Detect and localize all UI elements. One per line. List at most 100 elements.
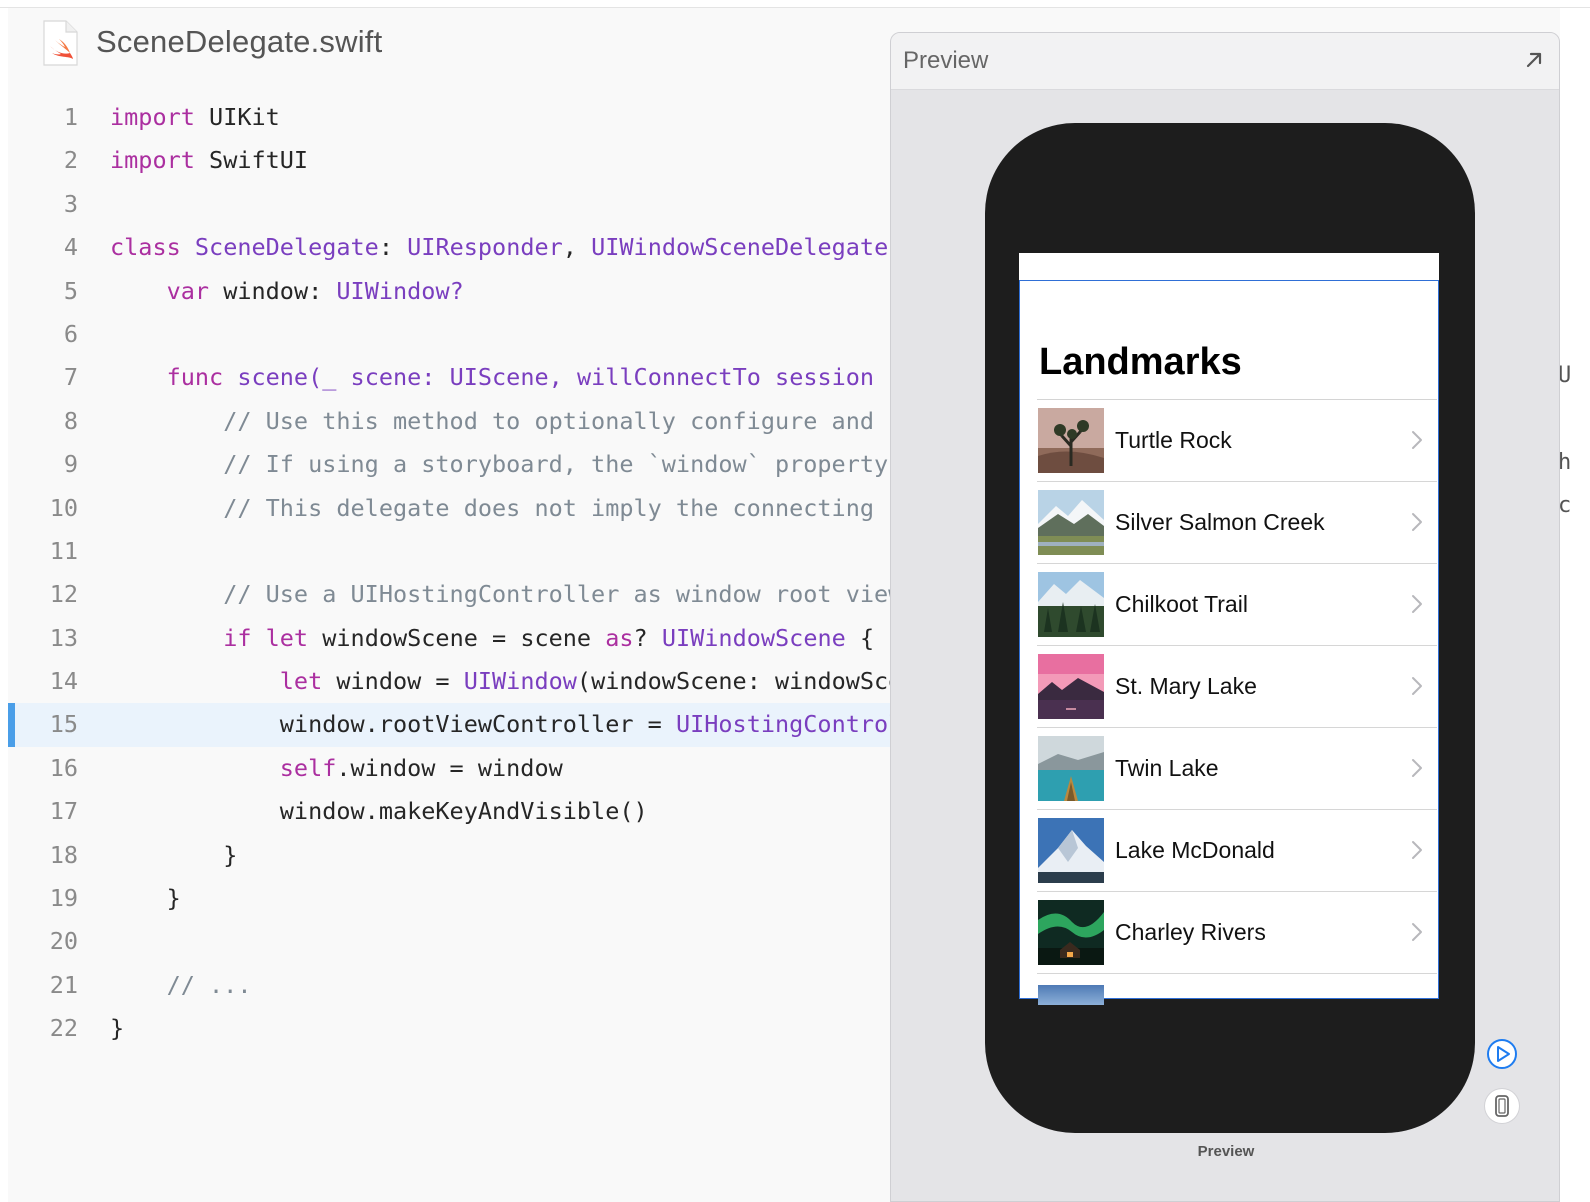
line-number: 20 [49,927,78,956]
landmark-thumbnail [1038,572,1104,637]
chevron-right-icon [1412,677,1422,695]
preview-title: Preview [903,47,989,74]
landmark-row[interactable]: Chilkoot Trail [1037,564,1437,646]
code-token: scene: [350,363,436,392]
line-number: 19 [49,884,78,913]
line-number: 1 [63,103,78,131]
line-number: 17 [49,797,78,826]
code-token: window.makeKeyAndVisible() [279,797,648,826]
code-token: UIScene [449,363,549,392]
code-token: window: [223,276,323,305]
code-token: // ... [166,970,252,999]
code-token: class [110,233,181,262]
landmark-thumbnail [1038,736,1104,801]
line-number: 5 [63,276,78,305]
chevron-right-icon [1412,759,1422,777]
line-number: 6 [63,319,78,348]
landmark-name: Turtle Rock [1115,427,1232,453]
code-token: .window = window [336,753,563,782]
code-text: } [110,877,181,920]
code-token: import [110,103,195,131]
code-text: } [110,834,237,877]
landmark-list[interactable]: Turtle Rock Silver Salmon Creek Chilkoot T… [1037,399,1437,974]
line-number: 4 [63,233,78,262]
landmark-row[interactable]: Turtle Rock [1037,400,1437,482]
code-token: let [265,623,309,652]
code-token: // This delegate does not imply the conn… [223,493,875,522]
window-top-border [0,0,1590,8]
code-text: // This delegate does not imply the conn… [110,487,874,530]
landmark-row[interactable]: Lake McDonald [1037,810,1437,892]
landmark-name: Silver Salmon Creek [1115,509,1325,535]
code-token: var [166,276,210,305]
preview-caption: Preview [1197,1143,1255,1160]
line-number: 16 [49,753,78,782]
code-token: : [378,233,393,262]
landmark-thumbnail [1038,818,1104,883]
chevron-right-icon [1412,513,1422,531]
code-text: // If using a storyboard, the `window` p… [110,443,888,486]
line-number: 2 [63,146,78,175]
landmark-name: Chilkoot Trail [1115,591,1248,617]
landmark-row[interactable]: Twin Lake [1037,728,1437,810]
navigation-title: Landmarks [1039,341,1242,383]
landmark-name: Twin Lake [1115,755,1219,781]
code-token: UIWindowScene [661,623,846,652]
code-token: { [859,623,875,652]
code-token: UIKit [209,103,280,131]
line-number: 3 [63,189,78,218]
preview-header: Preview [891,33,1559,90]
code-token: self [279,753,337,782]
code-token: window = [336,667,450,696]
chevron-right-icon [1412,923,1422,941]
code-text: self.window = window [110,747,563,790]
code-token: } [223,840,238,869]
line-number: 12 [49,580,78,609]
line-number: 21 [49,970,78,999]
landmark-row[interactable]: Charley Rivers [1037,892,1437,974]
code-token: } [110,1014,125,1043]
device-frame: Landmarks Turtle Rock Silver Salmon Creek… [985,123,1475,1133]
line-number: 14 [49,667,78,696]
line-number: 15 [49,710,78,739]
code-text: } [110,1007,124,1050]
partial-list-thumbnail [1038,985,1104,1005]
code-token: UIWindow [463,667,577,696]
code-token: let [279,667,323,696]
code-text: if let windowScene = scene as? UIWindowS… [110,617,874,660]
landmark-row[interactable]: St. Mary Lake [1037,646,1437,728]
code-text: import SwiftUI [110,139,308,182]
line-number: 10 [49,493,78,522]
code-token: import [110,146,195,175]
code-token: // Use a UIHostingController as window r… [223,580,903,609]
code-token: if [223,623,252,652]
landmark-name: Lake McDonald [1115,837,1275,863]
device-screen: Landmarks Turtle Rock Silver Salmon Creek… [1019,253,1439,999]
live-preview-play-icon[interactable] [1485,1037,1519,1071]
swift-file-icon [43,20,78,66]
code-text: import UIKit [110,96,280,139]
line-number: 11 [49,536,78,565]
line-number: 18 [49,840,78,869]
code-text: class SceneDelegate: UIResponder, UIWind… [110,226,888,269]
code-text: // Use a UIHostingController as window r… [110,573,902,616]
code-token: } [166,884,181,913]
code-token: UIWindowSceneDelegate [591,233,889,262]
code-token: func [166,363,224,392]
line-number: 8 [63,406,78,435]
code-token: , [548,363,563,392]
line-number: 22 [49,1014,78,1043]
expand-arrow-icon[interactable] [1523,49,1545,71]
line-number: 9 [63,450,78,479]
code-text: // Use this method to optionally configu… [110,400,874,443]
code-text: var window: UIWindow? [110,270,464,313]
file-name: SceneDelegate.swift [96,24,383,59]
code-token: scene(_ [237,363,337,392]
landmark-thumbnail [1038,408,1104,473]
landmark-name: Charley Rivers [1115,919,1266,945]
code-token: ? [633,623,648,652]
device-icon[interactable] [1485,1089,1519,1123]
landmark-thumbnail [1038,490,1104,555]
chevron-right-icon [1412,595,1422,613]
landmark-row[interactable]: Silver Salmon Creek [1037,482,1437,564]
